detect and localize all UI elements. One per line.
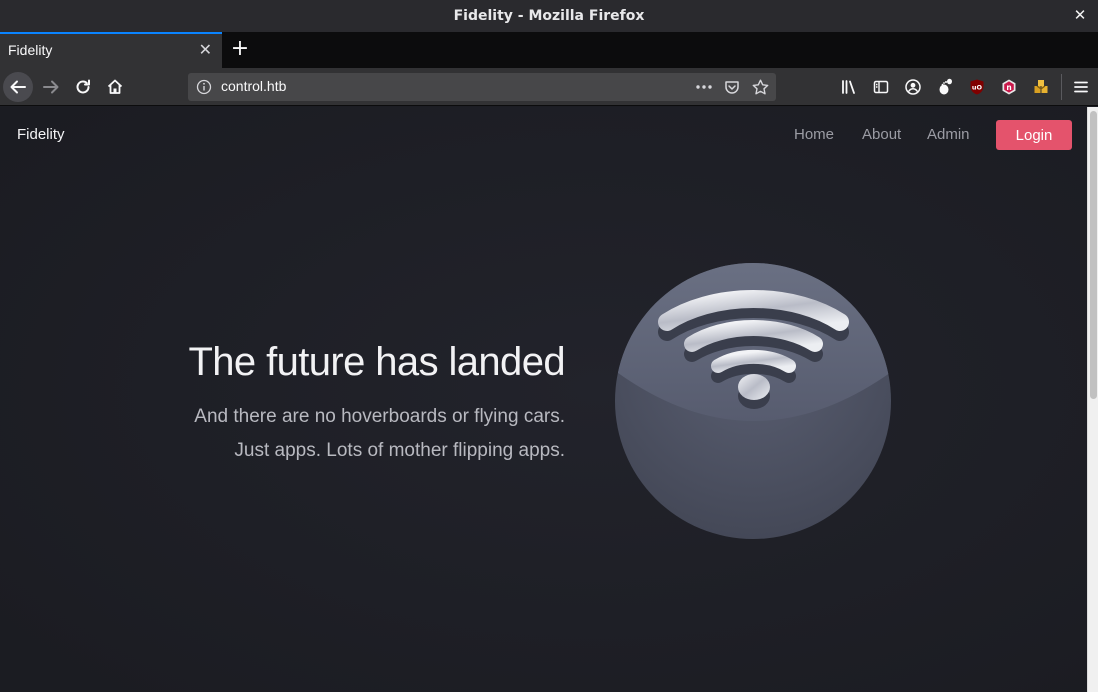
noscript-button[interactable]: n: [994, 72, 1024, 102]
page-scrollbar[interactable]: [1087, 107, 1098, 692]
open-menu-button[interactable]: [1066, 72, 1096, 102]
toolbar-separator: [1061, 74, 1062, 100]
page-viewport: Fidelity Home About Admin Login The futu…: [0, 107, 1087, 692]
bookmark-star-icon[interactable]: [752, 79, 769, 95]
url-bar[interactable]: control.htb: [188, 73, 776, 101]
menu-icon: [1074, 81, 1088, 93]
hero-title: The future has landed: [188, 340, 565, 384]
forward-arrow-icon: [43, 80, 59, 94]
gnome-icon: [939, 78, 952, 95]
library-button[interactable]: [834, 72, 864, 102]
window-titlebar: Fidelity - Mozilla Firefox ✕: [0, 0, 1098, 32]
extension-icon: [1034, 80, 1048, 93]
window-title: Fidelity - Mozilla Firefox: [453, 8, 645, 24]
close-window-icon[interactable]: ✕: [1072, 7, 1088, 23]
ublock-button[interactable]: uO: [962, 72, 992, 102]
site-brand-link[interactable]: Fidelity: [17, 126, 65, 143]
url-text[interactable]: control.htb: [221, 78, 286, 94]
extension-button[interactable]: [1026, 72, 1056, 102]
gnome-extension-button[interactable]: [930, 72, 960, 102]
nav-link-admin[interactable]: Admin: [927, 126, 970, 143]
tab-strip: Fidelity ✕ +: [0, 32, 1098, 68]
account-button[interactable]: [898, 72, 928, 102]
home-icon: [107, 79, 123, 94]
sidebar-icon: [873, 80, 889, 94]
reload-button[interactable]: [68, 72, 98, 102]
wifi-icon: [615, 263, 891, 539]
pocket-icon[interactable]: [724, 79, 740, 95]
account-icon: [905, 79, 921, 95]
noscript-icon: n: [1002, 79, 1016, 95]
nav-link-about[interactable]: About: [862, 126, 901, 143]
svg-text:uO: uO: [972, 84, 983, 92]
library-icon: [842, 80, 855, 94]
scrollbar-thumb[interactable]: [1090, 111, 1097, 399]
navigation-toolbar: control.htb uO n: [0, 68, 1098, 106]
tab-close-icon[interactable]: ✕: [199, 40, 212, 59]
ublock-icon: uO: [970, 79, 984, 95]
page-actions-icon[interactable]: [695, 79, 713, 95]
login-button[interactable]: Login: [996, 120, 1072, 150]
tab-title: Fidelity: [8, 42, 53, 58]
nav-link-home[interactable]: Home: [794, 126, 834, 143]
new-tab-button[interactable]: +: [228, 36, 252, 62]
hero-subtitle-line-1: And there are no hoverboards or flying c…: [194, 406, 565, 427]
hero-subtitle-line-2: Just apps. Lots of mother flipping apps.: [234, 440, 565, 461]
forward-button[interactable]: [36, 72, 66, 102]
reload-icon: [76, 79, 90, 94]
site-navbar: Fidelity Home About Admin Login: [0, 107, 1087, 163]
site-info-icon[interactable]: [196, 79, 212, 95]
svg-text:n: n: [1006, 83, 1011, 92]
back-arrow-icon: [10, 80, 26, 94]
sidebar-button[interactable]: [866, 72, 896, 102]
home-button[interactable]: [100, 72, 130, 102]
tab-fidelity[interactable]: Fidelity ✕: [0, 32, 222, 68]
page-background: [0, 107, 1087, 692]
back-button[interactable]: [3, 72, 33, 102]
